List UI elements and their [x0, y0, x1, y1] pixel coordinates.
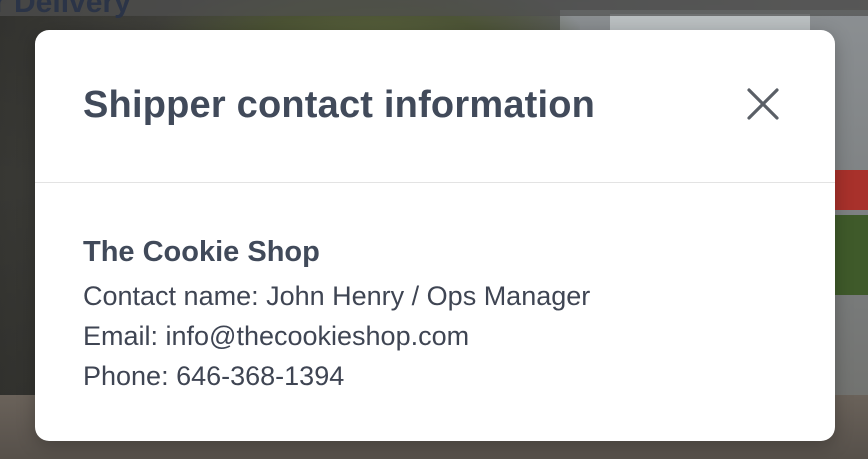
contact-phone: Phone: 646-368-1394 — [83, 361, 345, 391]
contact-email: Email: info@thecookieshop.com — [83, 321, 470, 351]
shipper-contact-dialog: Shipper contact information The Cookie S… — [35, 30, 835, 441]
contact-name: Contact name: John Henry / Ops Manager — [83, 281, 591, 311]
background-window — [610, 14, 810, 30]
dialog-body: The Cookie Shop Contact name: John Henry… — [83, 232, 795, 396]
background-bush — [830, 215, 868, 295]
dialog-header: Shipper contact information — [35, 30, 835, 183]
dialog-title: Shipper contact information — [83, 84, 596, 126]
background-page-heading: r Delivery — [0, 0, 131, 19]
close-button[interactable] — [741, 82, 785, 126]
close-icon — [747, 88, 779, 120]
company-name: The Cookie Shop — [83, 236, 320, 268]
